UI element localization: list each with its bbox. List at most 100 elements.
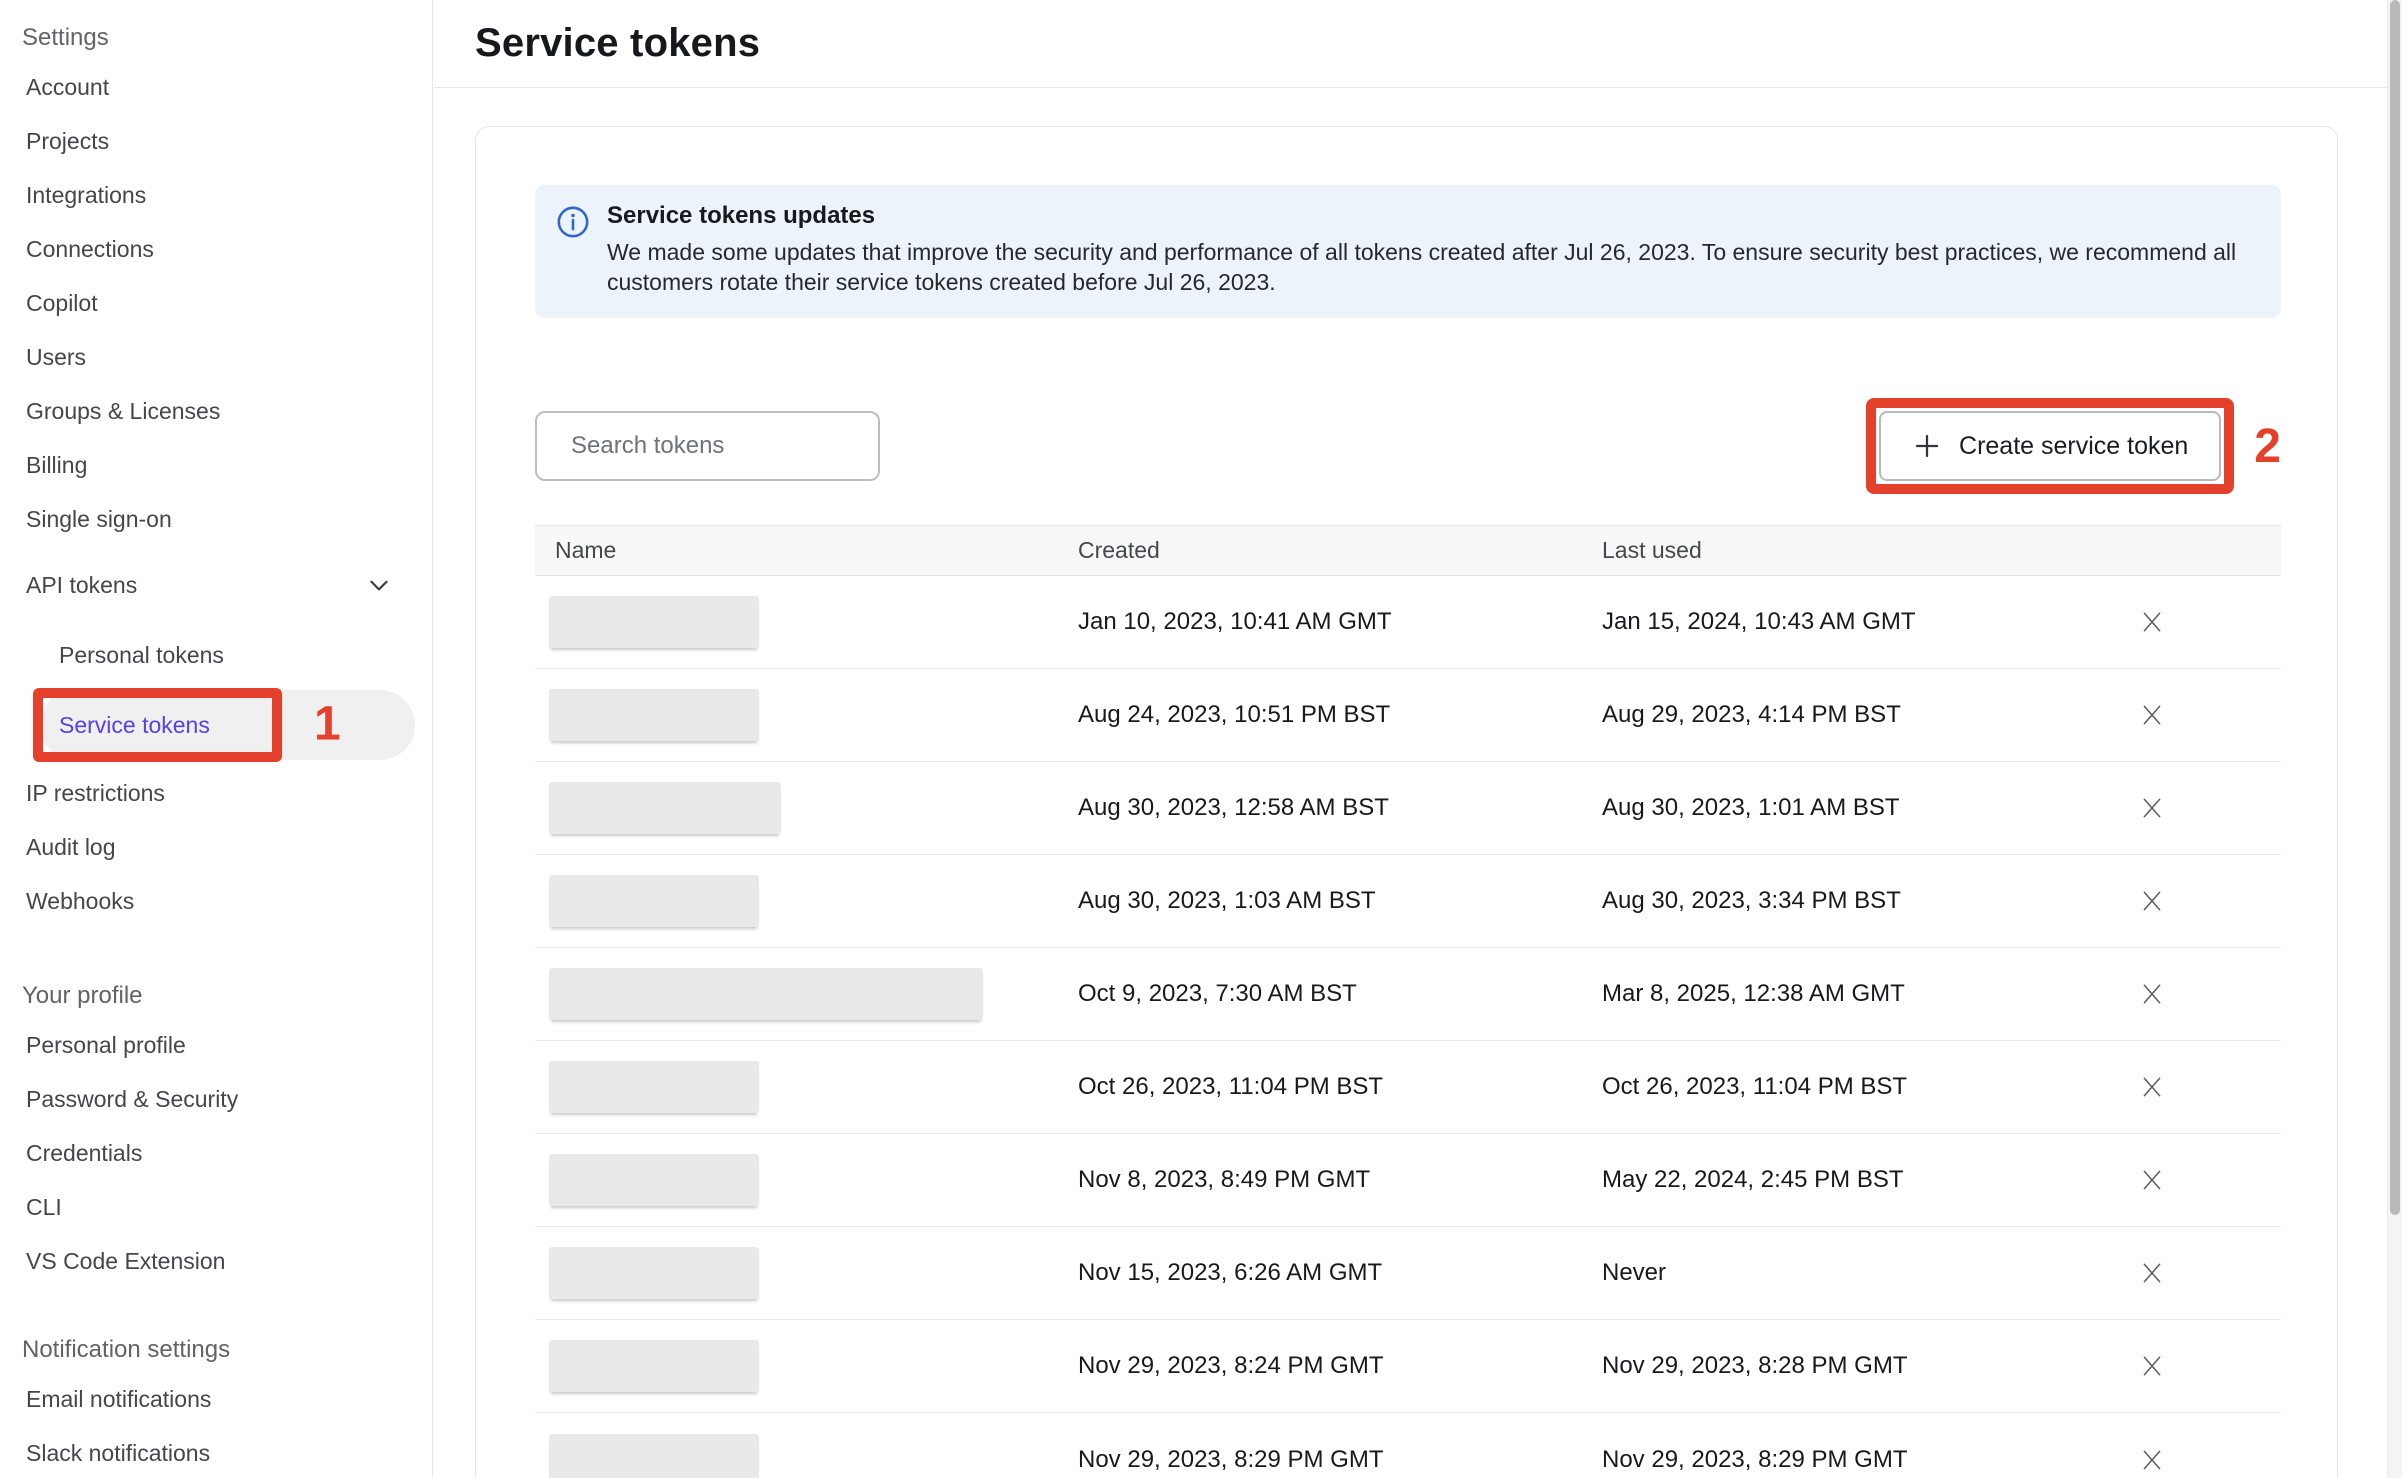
page-title: Service tokens bbox=[475, 21, 760, 66]
close-icon bbox=[2139, 1167, 2165, 1193]
table-row: Oct 9, 2023, 7:30 AM BST Mar 8, 2025, 12… bbox=[535, 948, 2281, 1041]
sidebar-item-integrations[interactable]: Integrations bbox=[0, 168, 432, 222]
sidebar-item-billing[interactable]: Billing bbox=[0, 438, 432, 492]
sidebar-item-cli[interactable]: CLI bbox=[0, 1180, 432, 1234]
sidebar-item-groups-licenses[interactable]: Groups & Licenses bbox=[0, 384, 432, 438]
sidebar-item-webhooks[interactable]: Webhooks bbox=[0, 874, 432, 928]
last-used-cell: Nov 29, 2023, 8:28 PM GMT bbox=[1602, 1352, 2122, 1380]
sidebar-item-personal-tokens[interactable]: Personal tokens bbox=[0, 628, 432, 682]
close-icon bbox=[2139, 1260, 2165, 1286]
close-icon bbox=[2139, 609, 2165, 635]
service-tokens-label: Service tokens bbox=[59, 712, 210, 739]
create-button-label: Create service token bbox=[1959, 432, 2188, 461]
token-name-placeholder bbox=[549, 1061, 759, 1113]
close-icon bbox=[2139, 1353, 2165, 1379]
delete-token-button[interactable] bbox=[2124, 780, 2180, 836]
token-name-placeholder bbox=[549, 1340, 759, 1392]
info-icon bbox=[556, 205, 590, 239]
token-name-placeholder bbox=[549, 1247, 759, 1299]
toolbar: Create service token 2 bbox=[535, 398, 2281, 494]
sidebar-item-service-tokens-row: Service tokens 1 bbox=[0, 690, 432, 760]
created-cell: Aug 30, 2023, 12:58 AM BST bbox=[1078, 794, 1602, 822]
sidebar-section-your-profile: Your profile bbox=[0, 974, 432, 1018]
annotation-label-1: 1 bbox=[314, 696, 341, 751]
table-header: Name Created Last used bbox=[535, 525, 2281, 576]
delete-token-button[interactable] bbox=[2124, 1245, 2180, 1301]
close-icon bbox=[2139, 1447, 2165, 1473]
sidebar-item-vscode-extension[interactable]: VS Code Extension bbox=[0, 1234, 432, 1288]
page-header: Service tokens bbox=[434, 0, 2387, 88]
last-used-cell: May 22, 2024, 2:45 PM BST bbox=[1602, 1166, 2122, 1194]
column-header-last-used: Last used bbox=[1602, 537, 2122, 564]
search-input[interactable] bbox=[571, 432, 881, 460]
created-cell: Nov 8, 2023, 8:49 PM GMT bbox=[1078, 1166, 1602, 1194]
banner-title: Service tokens updates bbox=[607, 202, 2259, 230]
table-row: Jan 10, 2023, 10:41 AM GMT Jan 15, 2024,… bbox=[535, 576, 2281, 669]
table-row: Nov 15, 2023, 6:26 AM GMT Never bbox=[535, 1227, 2281, 1320]
sidebar-item-credentials[interactable]: Credentials bbox=[0, 1126, 432, 1180]
sidebar-item-email-notifications[interactable]: Email notifications bbox=[0, 1372, 432, 1426]
delete-token-button[interactable] bbox=[2124, 1059, 2180, 1115]
sidebar-item-users[interactable]: Users bbox=[0, 330, 432, 384]
delete-token-button[interactable] bbox=[2124, 873, 2180, 929]
scrollbar-track[interactable] bbox=[2387, 0, 2402, 1478]
close-icon bbox=[2139, 1074, 2165, 1100]
created-cell: Nov 29, 2023, 8:29 PM GMT bbox=[1078, 1446, 1602, 1474]
sidebar-item-single-sign-on[interactable]: Single sign-on bbox=[0, 492, 432, 546]
plus-icon bbox=[1912, 431, 1942, 461]
sidebar-item-service-tokens[interactable]: Service tokens bbox=[40, 690, 415, 760]
last-used-cell: Mar 8, 2025, 12:38 AM GMT bbox=[1602, 980, 2122, 1008]
scrollbar-thumb[interactable] bbox=[2390, 0, 2400, 1215]
service-tokens-table: Name Created Last used Jan 10, 2023, 10:… bbox=[535, 525, 2281, 1478]
search-box bbox=[535, 411, 880, 481]
column-header-created: Created bbox=[1078, 537, 1602, 564]
create-service-token-button[interactable]: Create service token bbox=[1879, 411, 2221, 481]
api-tokens-label: API tokens bbox=[26, 572, 137, 599]
table-row: Nov 29, 2023, 8:24 PM GMT Nov 29, 2023, … bbox=[535, 1320, 2281, 1413]
table-row: Nov 8, 2023, 8:49 PM GMT May 22, 2024, 2… bbox=[535, 1134, 2281, 1227]
token-name-placeholder bbox=[549, 782, 781, 834]
create-service-token-area: Create service token 2 bbox=[1866, 398, 2281, 494]
last-used-cell: Oct 26, 2023, 11:04 PM BST bbox=[1602, 1073, 2122, 1101]
sidebar-item-personal-profile[interactable]: Personal profile bbox=[0, 1018, 432, 1072]
sidebar-item-ip-restrictions[interactable]: IP restrictions bbox=[0, 766, 432, 820]
last-used-cell: Aug 30, 2023, 1:01 AM BST bbox=[1602, 794, 2122, 822]
token-name-placeholder bbox=[549, 968, 983, 1020]
last-used-cell: Aug 29, 2023, 4:14 PM BST bbox=[1602, 701, 2122, 729]
sidebar-section-notification-settings: Notification settings bbox=[0, 1328, 432, 1372]
service-tokens-page: Settings Account Projects Integrations C… bbox=[0, 0, 2402, 1478]
last-used-cell: Never bbox=[1602, 1259, 2122, 1287]
token-name-placeholder bbox=[549, 1434, 759, 1478]
last-used-cell: Nov 29, 2023, 8:29 PM GMT bbox=[1602, 1446, 2122, 1474]
sidebar-item-password-security[interactable]: Password & Security bbox=[0, 1072, 432, 1126]
sidebar-section-settings: Settings bbox=[0, 16, 432, 60]
close-icon bbox=[2139, 795, 2165, 821]
banner-body: We made some updates that improve the se… bbox=[607, 237, 2259, 297]
sidebar-item-copilot[interactable]: Copilot bbox=[0, 276, 432, 330]
token-name-placeholder bbox=[549, 1154, 759, 1206]
sidebar-item-slack-notifications[interactable]: Slack notifications bbox=[0, 1426, 432, 1478]
sidebar-item-api-tokens[interactable]: API tokens bbox=[0, 558, 432, 612]
created-cell: Aug 30, 2023, 1:03 AM BST bbox=[1078, 887, 1602, 915]
sidebar-item-account[interactable]: Account bbox=[0, 60, 432, 114]
delete-token-button[interactable] bbox=[2124, 594, 2180, 650]
delete-token-button[interactable] bbox=[2124, 1152, 2180, 1208]
delete-token-button[interactable] bbox=[2124, 1338, 2180, 1394]
delete-token-button[interactable] bbox=[2124, 966, 2180, 1022]
created-cell: Oct 9, 2023, 7:30 AM BST bbox=[1078, 980, 1602, 1008]
sidebar-item-audit-log[interactable]: Audit log bbox=[0, 820, 432, 874]
delete-token-button[interactable] bbox=[2124, 1432, 2180, 1478]
main-content: Service tokens Service tokens updates We… bbox=[434, 0, 2387, 1478]
token-name-placeholder bbox=[549, 689, 759, 741]
last-used-cell: Aug 30, 2023, 3:34 PM BST bbox=[1602, 887, 2122, 915]
token-name-placeholder bbox=[549, 875, 759, 927]
info-banner: Service tokens updates We made some upda… bbox=[535, 185, 2281, 318]
service-tokens-card: Service tokens updates We made some upda… bbox=[475, 126, 2338, 1478]
sidebar-item-projects[interactable]: Projects bbox=[0, 114, 432, 168]
chevron-down-icon bbox=[366, 572, 392, 598]
created-cell: Nov 29, 2023, 8:24 PM GMT bbox=[1078, 1352, 1602, 1380]
delete-token-button[interactable] bbox=[2124, 687, 2180, 743]
table-row: Nov 29, 2023, 8:29 PM GMT Nov 29, 2023, … bbox=[535, 1413, 2281, 1478]
sidebar-item-connections[interactable]: Connections bbox=[0, 222, 432, 276]
created-cell: Nov 15, 2023, 6:26 AM GMT bbox=[1078, 1259, 1602, 1287]
